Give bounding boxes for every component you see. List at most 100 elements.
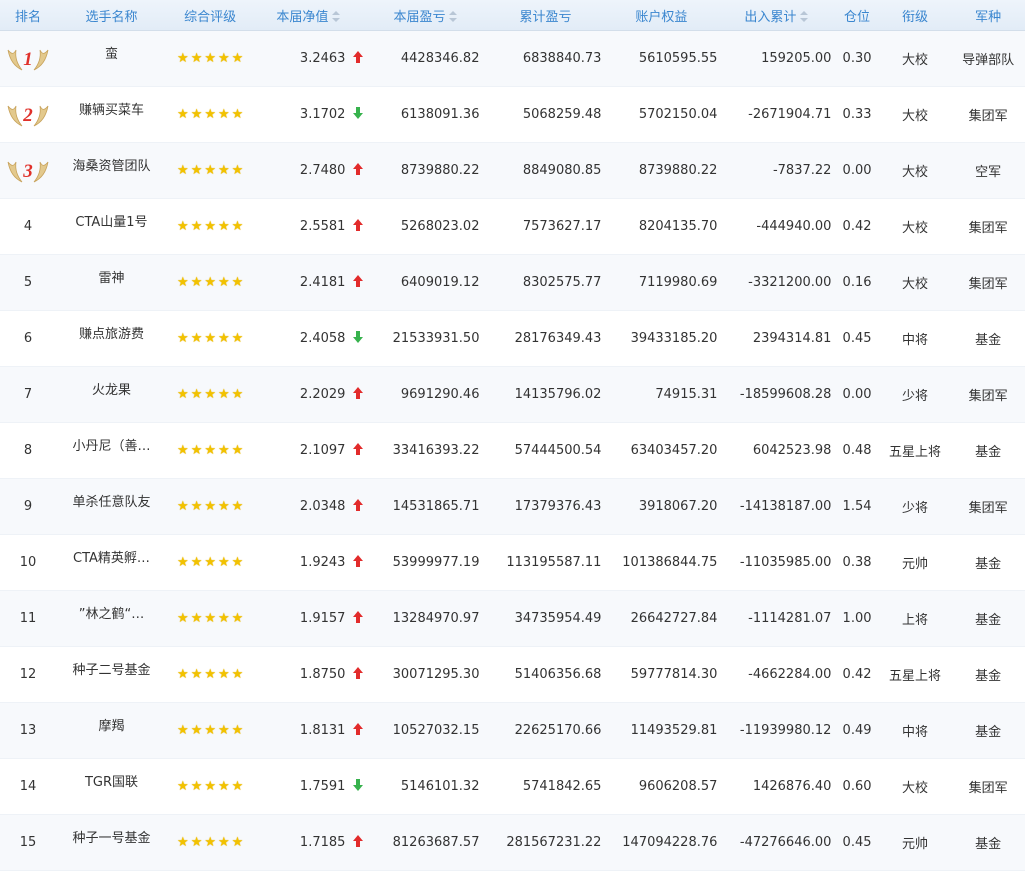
player-name[interactable]: 小丹尼（善… xyxy=(56,435,167,454)
star-icon: ★ xyxy=(177,779,189,794)
account-equity: 8204135.70 xyxy=(638,219,718,234)
player-name[interactable]: CTA精英孵… xyxy=(56,547,167,566)
arrow-up-icon xyxy=(353,443,364,458)
player-name[interactable]: 单杀任意队友 xyxy=(56,491,167,510)
flow-total: -1114281.07 xyxy=(748,611,832,626)
player-name[interactable]: ”林之鹤“… xyxy=(56,603,167,622)
table-row[interactable]: 1 蛮 ★ ★ ★ ★ ★ 3.2463 4428346.82 6838840.73 5… xyxy=(0,31,1025,87)
table-row[interactable]: 15 种子一号基金 ★ ★ ★ ★ ★ 1.7185 81263687.57 28156… xyxy=(0,815,1025,871)
player-name[interactable]: CTA山量1号 xyxy=(56,211,167,230)
position: 0.00 xyxy=(842,387,872,402)
table-row[interactable]: 13 摩羯 ★ ★ ★ ★ ★ 1.8131 10527032.15 22625170.… xyxy=(0,703,1025,759)
total-pnl: 28176349.43 xyxy=(514,331,602,346)
table-row[interactable]: 4 CTA山量1号 ★ ★ ★ ★ ★ 2.5581 5268023.02 757362… xyxy=(0,199,1025,255)
account-equity: 5702150.04 xyxy=(638,107,718,122)
position: 0.45 xyxy=(842,835,872,850)
star-icon: ★ xyxy=(204,723,217,738)
star-icon: ★ xyxy=(218,611,230,626)
nav-cell: 1.9243 xyxy=(253,555,371,570)
total-pnl: 34735954.49 xyxy=(514,611,602,626)
star-icon: ★ xyxy=(231,835,244,850)
nav-value: 2.0348 xyxy=(299,499,346,514)
table-row[interactable]: 11 ”林之鹤“… ★ ★ ★ ★ ★ 1.9157 13284970.97 34735… xyxy=(0,591,1025,647)
table-row[interactable]: 9 单杀任意队友 ★ ★ ★ ★ ★ 2.0348 14531865.71 173793… xyxy=(0,479,1025,535)
player-name[interactable]: 种子一号基金 xyxy=(56,827,167,846)
rating-cell: ★ ★ ★ ★ ★ xyxy=(167,331,253,346)
nav-value: 1.9243 xyxy=(299,555,346,570)
sort-icon[interactable] xyxy=(332,10,341,22)
account-equity: 9606208.57 xyxy=(638,779,718,794)
star-icon: ★ xyxy=(177,275,189,290)
player-name[interactable]: 赚点旅游费 xyxy=(56,323,167,342)
player-name[interactable]: 蛮 xyxy=(56,43,167,62)
star-icon: ★ xyxy=(231,779,244,794)
rank-cell: 11 xyxy=(0,611,56,626)
current-pnl: 14531865.71 xyxy=(392,499,480,514)
star-icon: ★ xyxy=(218,219,230,234)
rank-number: 13 xyxy=(19,723,37,738)
position: 0.33 xyxy=(842,107,872,122)
table-row[interactable]: 3 海桑资管团队 ★ ★ ★ ★ ★ 2.7480 8739880.22 8849080… xyxy=(0,143,1025,199)
nav-value: 2.5581 xyxy=(299,219,346,234)
table-row[interactable]: 5 雷神 ★ ★ ★ ★ ★ 2.4181 6409019.12 8302575.77 … xyxy=(0,255,1025,311)
star-icon: ★ xyxy=(190,107,203,122)
table-row[interactable]: 2 赚辆买菜车 ★ ★ ★ ★ ★ 3.1702 6138091.36 5068259.… xyxy=(0,87,1025,143)
account-equity: 147094228.76 xyxy=(622,835,718,850)
table-row[interactable]: 10 CTA精英孵… ★ ★ ★ ★ ★ 1.9243 53999977.19 1131… xyxy=(0,535,1025,591)
account-equity: 63403457.20 xyxy=(630,443,718,458)
table-row[interactable]: 14 TGR国联 ★ ★ ★ ★ ★ 1.7591 5146101.32 5741842… xyxy=(0,759,1025,815)
rank-number: 14 xyxy=(19,779,37,794)
table-row[interactable]: 6 赚点旅游费 ★ ★ ★ ★ ★ 2.4058 21533931.50 2817634… xyxy=(0,311,1025,367)
star-icon: ★ xyxy=(218,387,230,402)
rank-cell: 6 xyxy=(0,331,56,346)
table-row[interactable]: 8 小丹尼（善… ★ ★ ★ ★ ★ 2.1097 33416393.22 574445… xyxy=(0,423,1025,479)
sort-icon[interactable] xyxy=(449,10,458,22)
sort-icon[interactable] xyxy=(800,10,809,22)
army: 集团军 xyxy=(968,501,1008,516)
rank-cell: 5 xyxy=(0,275,56,290)
current-pnl: 30071295.30 xyxy=(392,667,480,682)
flow-total: -7837.22 xyxy=(772,163,832,178)
arrow-up-icon xyxy=(353,835,364,850)
army: 基金 xyxy=(975,557,1002,572)
rank-number: 10 xyxy=(19,555,37,570)
player-name[interactable]: 海桑资管团队 xyxy=(56,155,167,174)
player-name[interactable]: 雷神 xyxy=(56,267,167,286)
header-flow-sort[interactable]: 出入累计 xyxy=(721,6,835,25)
svg-text:2: 2 xyxy=(22,105,33,126)
nav-cell: 3.1702 xyxy=(253,107,371,122)
star-icon: ★ xyxy=(218,835,230,850)
nav-cell: 1.8750 xyxy=(253,667,371,682)
star-icon: ★ xyxy=(190,387,203,402)
rating-stars: ★ ★ ★ ★ ★ xyxy=(177,500,243,513)
table-row[interactable]: 7 火龙果 ★ ★ ★ ★ ★ 2.2029 9691290.46 14135796.0… xyxy=(0,367,1025,423)
player-name[interactable]: 火龙果 xyxy=(56,379,167,398)
rating-stars: ★ ★ ★ ★ ★ xyxy=(177,108,243,121)
star-icon: ★ xyxy=(204,835,217,850)
star-icon: ★ xyxy=(177,331,189,346)
star-icon: ★ xyxy=(204,779,217,794)
arrow-up-icon xyxy=(353,667,364,682)
star-icon: ★ xyxy=(190,275,203,290)
rank-cell: 15 xyxy=(0,835,56,850)
header-current-pnl-sort[interactable]: 本届盈亏 xyxy=(371,6,489,25)
star-icon: ★ xyxy=(204,51,217,66)
player-name[interactable]: TGR国联 xyxy=(56,771,167,790)
star-icon: ★ xyxy=(231,555,244,570)
player-name[interactable]: 赚辆买菜车 xyxy=(56,99,167,118)
header-current-pnl-label: 本届盈亏 xyxy=(393,9,446,25)
army: 基金 xyxy=(975,445,1002,460)
star-icon: ★ xyxy=(177,555,189,570)
total-pnl: 281567231.22 xyxy=(506,835,602,850)
header-nav-sort[interactable]: 本届净值 xyxy=(253,6,371,25)
player-name[interactable]: 摩羯 xyxy=(56,715,167,734)
army: 基金 xyxy=(975,725,1002,740)
table-row[interactable]: 12 种子二号基金 ★ ★ ★ ★ ★ 1.8750 30071295.30 51406… xyxy=(0,647,1025,703)
rank-number: 7 xyxy=(23,387,33,402)
star-icon: ★ xyxy=(204,107,217,122)
nav-value: 1.7185 xyxy=(299,835,346,850)
player-name[interactable]: 种子二号基金 xyxy=(56,659,167,678)
rank-number: 12 xyxy=(19,667,37,682)
star-icon: ★ xyxy=(190,611,203,626)
rating-cell: ★ ★ ★ ★ ★ xyxy=(167,667,253,682)
